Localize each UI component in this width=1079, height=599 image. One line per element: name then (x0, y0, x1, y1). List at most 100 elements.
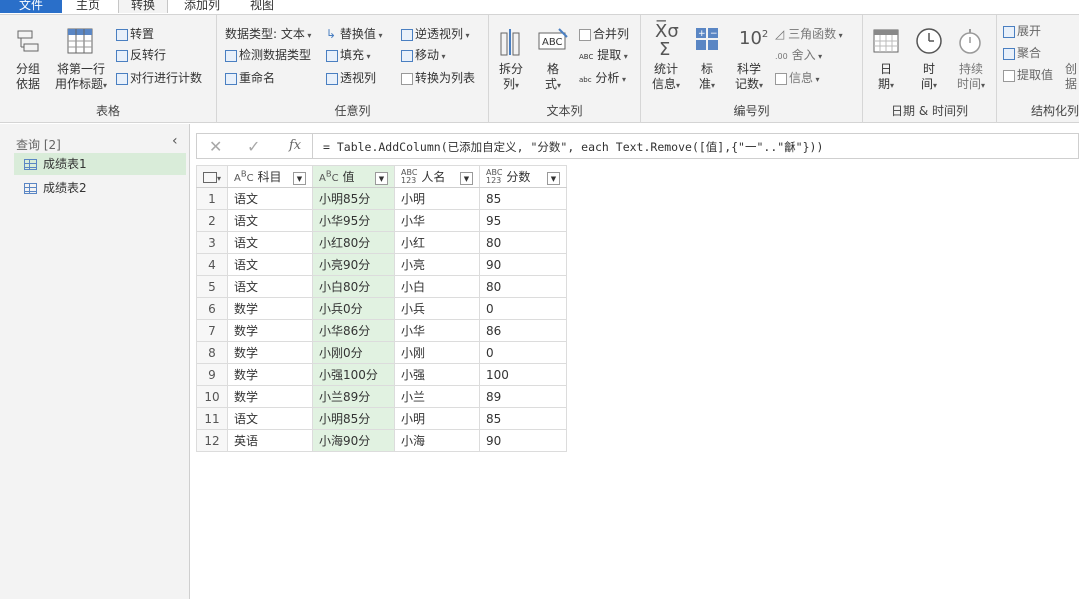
cell-value[interactable]: 小白80分 (312, 275, 395, 298)
cell-value[interactable]: 小刚0分 (312, 341, 395, 364)
query-item[interactable]: 成绩表1 (14, 153, 186, 175)
table-row[interactable]: 3 语文 小红80分 小红 80 (196, 231, 567, 254)
query-item[interactable]: 成绩表2 (14, 177, 186, 199)
table-row[interactable]: 9 数学 小强100分 小强 100 (196, 363, 567, 386)
cell-value[interactable]: 小华86分 (312, 319, 395, 342)
cell-name[interactable]: 小明 (394, 407, 480, 430)
cell-value[interactable]: 小华95分 (312, 209, 395, 232)
cell-name[interactable]: 小亮 (394, 253, 480, 276)
cell-score[interactable]: 90 (479, 429, 567, 452)
cell-name[interactable]: 小强 (394, 363, 480, 386)
transpose-button[interactable]: 转置 (116, 26, 154, 42)
cell-subject[interactable]: 语文 (227, 253, 313, 276)
split-column-button[interactable]: 拆分 列▾ (493, 62, 529, 93)
cell-value[interactable]: 小兵0分 (312, 297, 395, 320)
cell-score[interactable]: 86 (479, 319, 567, 342)
cell-subject[interactable]: 数学 (227, 341, 313, 364)
data-type-dropdown[interactable]: 数据类型: 文本 ▾ (225, 26, 311, 44)
format-button[interactable]: 格式▾ (535, 62, 571, 93)
filter-dropdown-icon[interactable]: ▼ (547, 171, 560, 185)
merge-columns-button[interactable]: 合并列 (579, 26, 629, 42)
use-first-row-headers-button[interactable]: 将第一行 用作标题▾ (52, 62, 110, 93)
table-row[interactable]: 11 语文 小明85分 小明 85 (196, 407, 567, 430)
statistics-button[interactable]: 统计 信息▾ (645, 62, 687, 93)
cell-score[interactable]: 89 (479, 385, 567, 408)
unpivot-columns-button[interactable]: 逆透视列 ▾ (401, 26, 470, 44)
number-info-button[interactable]: 信息 ▾ (775, 70, 820, 88)
move-button[interactable]: 移动 ▾ (401, 47, 446, 65)
pivot-column-button[interactable]: 透视列 (326, 70, 376, 86)
cell-value[interactable]: 小明85分 (312, 407, 395, 430)
cell-score[interactable]: 85 (479, 407, 567, 430)
scientific-button[interactable]: 科学 记数▾ (729, 62, 769, 93)
cell-subject[interactable]: 语文 (227, 187, 313, 210)
cell-value[interactable]: 小海90分 (312, 429, 395, 452)
table-corner-menu[interactable]: ▾ (196, 165, 228, 188)
column-header-name[interactable]: ABC 123 人名 ▼ (394, 165, 480, 188)
formula-input[interactable]: = Table.AddColumn(已添加自定义, "分数", each Tex… (323, 139, 823, 155)
table-row[interactable]: 5 语文 小白80分 小白 80 (196, 275, 567, 298)
table-row[interactable]: 2 语文 小华95分 小华 95 (196, 209, 567, 232)
cell-value[interactable]: 小明85分 (312, 187, 395, 210)
cell-subject[interactable]: 数学 (227, 297, 313, 320)
extract-values-button[interactable]: 提取值 (1003, 67, 1053, 83)
cell-score[interactable]: 100 (479, 363, 567, 386)
tab-view[interactable]: 视图 (250, 0, 274, 13)
cell-name[interactable]: 小白 (394, 275, 480, 298)
detect-data-type-button[interactable]: 检测数据类型 (225, 47, 311, 63)
tab-transform[interactable]: 转换 (118, 0, 168, 13)
cell-score[interactable]: 0 (479, 341, 567, 364)
cancel-icon[interactable]: ✕ (209, 137, 222, 156)
cell-name[interactable]: 小兰 (394, 385, 480, 408)
cell-name[interactable]: 小刚 (394, 341, 480, 364)
cell-name[interactable]: 小红 (394, 231, 480, 254)
tab-home[interactable]: 主页 (76, 0, 100, 13)
count-rows-button[interactable]: 对行进行计数 (116, 70, 202, 86)
table-row[interactable]: 6 数学 小兵0分 小兵 0 (196, 297, 567, 320)
cell-value[interactable]: 小亮90分 (312, 253, 395, 276)
table-row[interactable]: 12 英语 小海90分 小海 90 (196, 429, 567, 452)
tab-file[interactable]: 文件 (0, 0, 62, 13)
table-row[interactable]: 7 数学 小华86分 小华 86 (196, 319, 567, 342)
parse-button[interactable]: abc 分析 ▾ (579, 70, 626, 88)
convert-to-list-button[interactable]: 转换为列表 (401, 70, 475, 86)
column-header-value[interactable]: ABC 值 ▼ (312, 165, 395, 188)
fx-icon[interactable]: fx (289, 138, 301, 153)
cell-subject[interactable]: 数学 (227, 319, 313, 342)
expand-button[interactable]: 展开 (1003, 23, 1041, 39)
cell-name[interactable]: 小海 (394, 429, 480, 452)
replace-values-button[interactable]: ↳ 替换值 ▾ (326, 26, 382, 44)
cell-score[interactable]: 90 (479, 253, 567, 276)
cell-score[interactable]: 85 (479, 187, 567, 210)
table-row[interactable]: 1 语文 小明85分 小明 85 (196, 187, 567, 210)
create-data-type-button[interactable]: 创据 (1065, 62, 1077, 92)
rounding-button[interactable]: .00 舍入 ▾ (775, 47, 822, 65)
column-header-subject[interactable]: ABC 科目 ▼ (227, 165, 313, 188)
reverse-rows-button[interactable]: 反转行 (116, 47, 166, 63)
aggregate-button[interactable]: 聚合 (1003, 45, 1041, 61)
filter-dropdown-icon[interactable]: ▼ (375, 172, 388, 185)
cell-subject[interactable]: 语文 (227, 407, 313, 430)
cell-name[interactable]: 小华 (394, 319, 480, 342)
cell-name[interactable]: 小明 (394, 187, 480, 210)
cell-subject[interactable]: 语文 (227, 275, 313, 298)
cell-score[interactable]: 95 (479, 209, 567, 232)
fill-button[interactable]: 填充 ▾ (326, 47, 371, 65)
standard-button[interactable]: 标准▾ (691, 62, 723, 93)
cell-value[interactable]: 小红80分 (312, 231, 395, 254)
table-row[interactable]: 8 数学 小刚0分 小刚 0 (196, 341, 567, 364)
cell-name[interactable]: 小兵 (394, 297, 480, 320)
table-row[interactable]: 10 数学 小兰89分 小兰 89 (196, 385, 567, 408)
cell-subject[interactable]: 英语 (227, 429, 313, 452)
tab-add-column[interactable]: 添加列 (184, 0, 220, 13)
cell-value[interactable]: 小强100分 (312, 363, 395, 386)
filter-dropdown-icon[interactable]: ▼ (460, 171, 473, 185)
cell-subject[interactable]: 语文 (227, 231, 313, 254)
cell-subject[interactable]: 数学 (227, 385, 313, 408)
cell-subject[interactable]: 数学 (227, 363, 313, 386)
trigonometry-button[interactable]: ◿ 三角函数 ▾ (775, 26, 843, 44)
date-button[interactable]: 日期▾ (871, 62, 901, 93)
cell-name[interactable]: 小华 (394, 209, 480, 232)
cell-score[interactable]: 80 (479, 275, 567, 298)
confirm-icon[interactable]: ✓ (247, 137, 260, 156)
